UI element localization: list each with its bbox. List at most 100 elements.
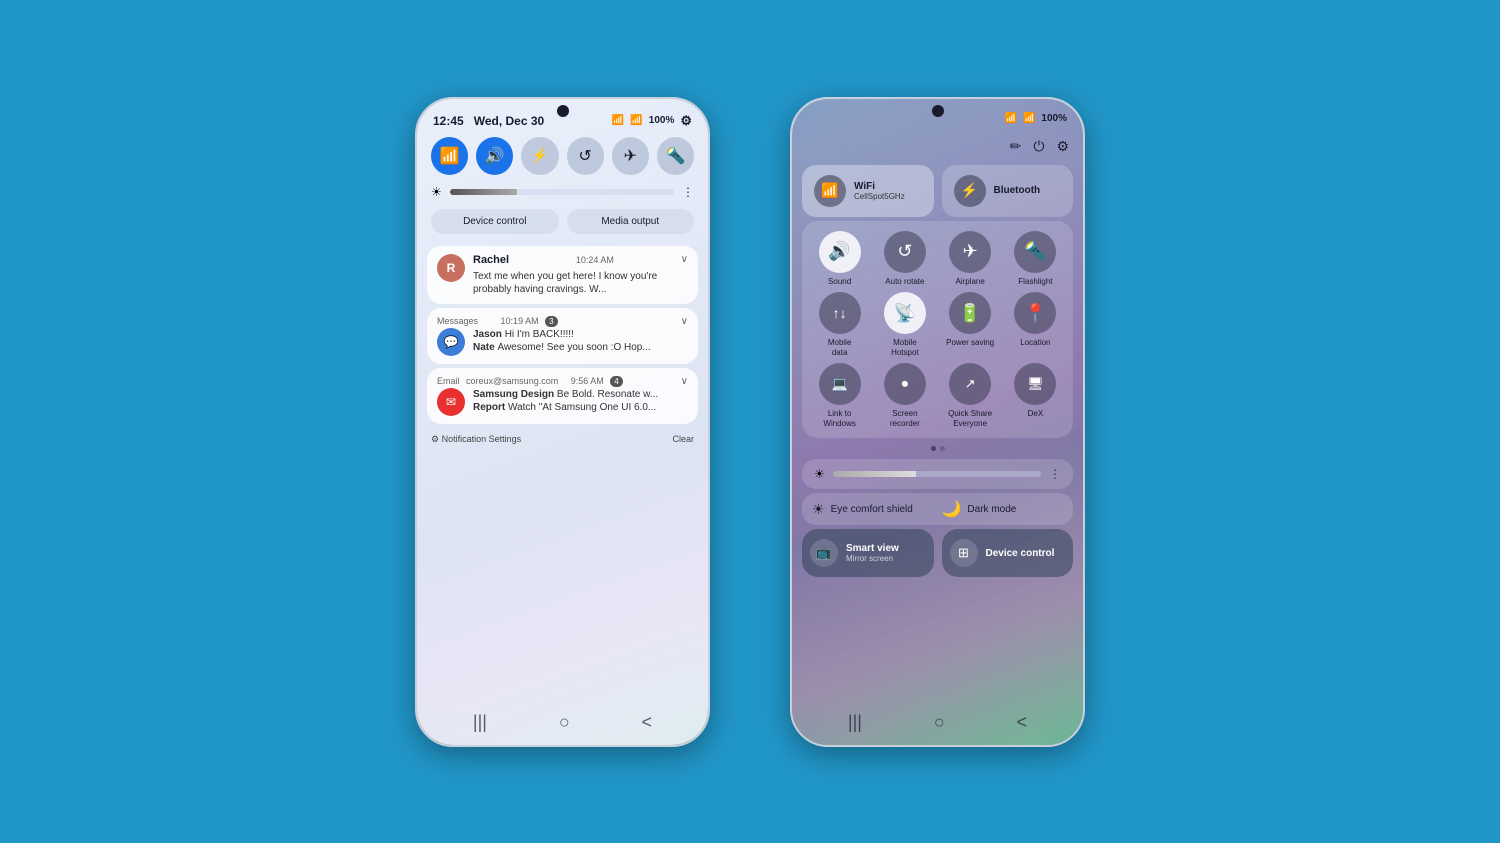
clear-button[interactable]: Clear xyxy=(672,434,694,445)
wifi-status-icon: 📶 xyxy=(612,115,624,126)
screen-recorder-label: Screenrecorder xyxy=(890,409,920,428)
brightness-row: ☀ ⋮ xyxy=(417,183,708,205)
bluetooth-label: Bluetooth xyxy=(994,185,1041,196)
smart-view-sub: Mirror screen xyxy=(846,554,899,563)
expand-icon[interactable]: ∨ xyxy=(681,254,688,265)
qs-bottom-row: 📺 Smart view Mirror screen ⊞ Device cont… xyxy=(802,529,1073,577)
device-control-label-2: Device control xyxy=(986,548,1055,559)
recent-apps-btn[interactable]: ||| xyxy=(473,712,487,733)
location-label: Location xyxy=(1020,338,1050,348)
wifi-label: WiFi xyxy=(854,181,905,192)
flashlight-label: Flashlight xyxy=(1018,277,1052,287)
notif-messages[interactable]: Messages 10:19 AM 3 ∨ 💬 Jason Hi I'm BAC… xyxy=(427,308,698,364)
email-icon: ✉ xyxy=(437,388,465,416)
settings-icon[interactable]: ⚙ xyxy=(1056,138,1069,155)
sound-toggle[interactable]: 🔊 xyxy=(476,137,513,175)
flashlight-icon: 🔦 xyxy=(1014,231,1056,273)
email-line2: Report Watch "At Samsung One UI 6.0... xyxy=(473,401,688,414)
messages-line1: Jason Hi I'm BACK!!!!! xyxy=(473,328,688,341)
battery-status: 100% xyxy=(649,115,675,126)
smart-view-label: Smart view xyxy=(846,543,899,554)
auto-rotate-tile[interactable]: ↺ Auto rotate xyxy=(875,231,934,287)
wifi-toggle[interactable]: 📶 xyxy=(431,137,468,175)
quick-tiles-grid: 🔊 Sound ↺ Auto rotate ✈ Airplane 🔦 Flash… xyxy=(802,221,1073,439)
back-btn-2[interactable]: < xyxy=(1017,712,1028,733)
link-windows-tile[interactable]: 💻 Link toWindows xyxy=(810,363,869,428)
bottom-nav-2: ||| ○ < xyxy=(792,708,1083,737)
phone-1: 12:45 Wed, Dec 30 📶 📶 100% ⚙ 📶 🔊 ⚡ ↺ ✈ xyxy=(415,97,710,747)
link-windows-label: Link toWindows xyxy=(823,409,855,428)
sound-tile[interactable]: 🔊 Sound xyxy=(810,231,869,287)
wifi-bt-row: 📶 WiFi CellSpot5GHz ⚡ Bluetooth xyxy=(802,165,1073,217)
link-windows-icon: 💻 xyxy=(819,363,861,405)
quick-share-tile[interactable]: ↗ Quick ShareEveryone xyxy=(941,363,1000,428)
location-tile[interactable]: 📍 Location xyxy=(1006,292,1065,357)
action-buttons: Device control Media output xyxy=(417,205,708,242)
brightness-slider[interactable] xyxy=(450,189,674,195)
notif-email[interactable]: Email coreux@samsung.com 9:56 AM 4 ∨ ✉ S… xyxy=(427,368,698,424)
airplane-toggle[interactable]: ✈ xyxy=(612,137,649,175)
qs-header: ✏ ⏻ ⚙ xyxy=(792,128,1083,161)
smart-view-btn[interactable]: 📺 Smart view Mirror screen xyxy=(802,529,934,577)
screen-recorder-tile[interactable]: ⏺ Screenrecorder xyxy=(875,363,934,428)
gear-settings-icon[interactable]: ⚙ xyxy=(680,113,692,129)
dot-2 xyxy=(940,446,945,451)
hotspot-tile[interactable]: 📡 MobileHotspot xyxy=(875,292,934,357)
qs-more-icon[interactable]: ⋮ xyxy=(1049,467,1061,481)
bluetooth-toggle[interactable]: ⚡ xyxy=(521,137,558,175)
signal-icon-2: 📶 xyxy=(1023,113,1035,124)
camera-notch-2 xyxy=(932,105,944,117)
rotate-toggle[interactable]: ↺ xyxy=(567,137,604,175)
sound-tile-icon: 🔊 xyxy=(819,231,861,273)
battery-status-2: 100% xyxy=(1041,113,1067,124)
wifi-sub: CellSpot5GHz xyxy=(854,192,905,201)
eye-comfort-btn[interactable]: ☀ Eye comfort shield xyxy=(812,499,934,519)
notification-settings-link[interactable]: ⚙ Notification Settings xyxy=(431,434,521,445)
rachel-name: Rachel xyxy=(473,254,509,266)
home-btn[interactable]: ○ xyxy=(559,712,570,733)
dark-mode-label: Dark mode xyxy=(967,504,1016,515)
rachel-avatar: R xyxy=(437,254,465,282)
airplane-tile[interactable]: ✈ Airplane xyxy=(941,231,1000,287)
dark-mode-btn[interactable]: 🌙 Dark mode xyxy=(942,499,1064,519)
bluetooth-tile[interactable]: ⚡ Bluetooth xyxy=(942,165,1074,217)
wifi-icon-2: 📶 xyxy=(1005,113,1017,124)
qs-brightness-slider[interactable] xyxy=(833,471,1041,477)
dark-mode-icon: 🌙 xyxy=(942,499,962,519)
email-line1: Samsung Design Be Bold. Resonate w... xyxy=(473,388,688,401)
flashlight-toggle[interactable]: 🔦 xyxy=(657,137,694,175)
wifi-tile-icon: 📶 xyxy=(814,175,846,207)
bottom-nav-1: ||| ○ < xyxy=(417,708,708,737)
smart-view-icon: 📺 xyxy=(810,539,838,567)
dex-tile[interactable]: 🖥 DeX xyxy=(1006,363,1065,428)
media-output-btn[interactable]: Media output xyxy=(567,209,695,234)
eye-comfort-label: Eye comfort shield xyxy=(831,504,913,515)
brightness-icon-2: ☀ xyxy=(814,467,825,481)
mobile-data-tile[interactable]: ↑↓ Mobiledata xyxy=(810,292,869,357)
power-saving-label: Power saving xyxy=(946,338,994,348)
messages-app-label: Messages 10:19 AM 3 ∨ xyxy=(437,316,688,326)
pencil-icon[interactable]: ✏ xyxy=(1010,138,1022,155)
device-control-btn-2[interactable]: ⊞ Device control xyxy=(942,529,1074,577)
mobile-data-icon: ↑↓ xyxy=(819,292,861,334)
home-btn-2[interactable]: ○ xyxy=(934,712,945,733)
power-icon[interactable]: ⏻ xyxy=(1033,138,1044,155)
device-control-btn[interactable]: Device control xyxy=(431,209,559,234)
time-date: 12:45 Wed, Dec 30 xyxy=(433,114,544,128)
quick-share-label: Quick ShareEveryone xyxy=(948,409,992,428)
recent-apps-btn-2[interactable]: ||| xyxy=(848,712,862,733)
mobile-data-label: Mobiledata xyxy=(828,338,852,357)
notif-rachel[interactable]: R Rachel 10:24 AM ∨ Text me when you get… xyxy=(427,246,698,304)
more-icon[interactable]: ⋮ xyxy=(682,185,694,199)
rachel-message: Text me when you get here! I know you're… xyxy=(473,270,688,296)
dex-label: DeX xyxy=(1028,409,1044,419)
flashlight-tile[interactable]: 🔦 Flashlight xyxy=(1006,231,1065,287)
power-saving-tile[interactable]: 🔋 Power saving xyxy=(941,292,1000,357)
hotspot-label: MobileHotspot xyxy=(891,338,919,357)
messages-line2: Nate Awesome! See you soon :O Hop... xyxy=(473,341,688,354)
auto-rotate-label: Auto rotate xyxy=(885,277,924,287)
location-icon: 📍 xyxy=(1014,292,1056,334)
wifi-tile[interactable]: 📶 WiFi CellSpot5GHz xyxy=(802,165,934,217)
auto-rotate-icon: ↺ xyxy=(884,231,926,273)
back-btn[interactable]: < xyxy=(642,712,653,733)
